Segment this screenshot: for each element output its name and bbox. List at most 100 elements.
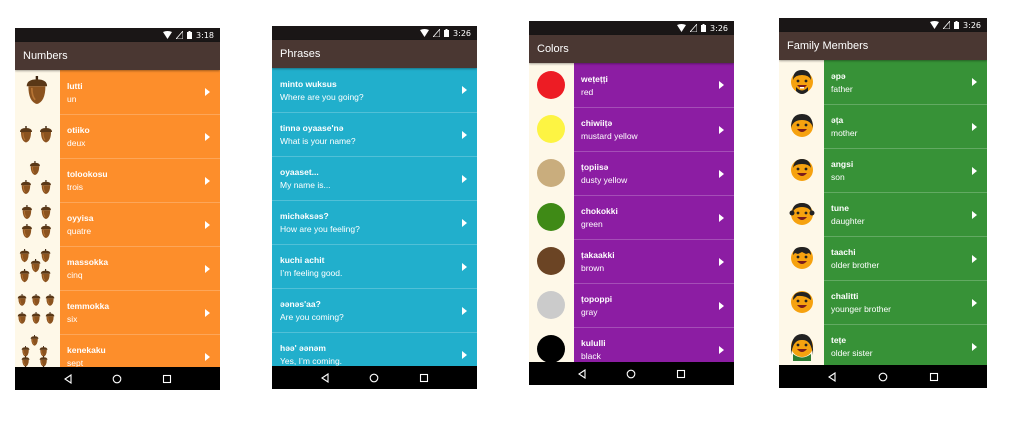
play-icon[interactable] (719, 81, 724, 89)
acorn-icon (26, 76, 48, 105)
play-icon[interactable] (972, 210, 977, 219)
battery-icon (444, 29, 450, 37)
home-icon[interactable] (112, 374, 122, 384)
item-text-container: ṭopiisә dusty yellow (574, 151, 734, 195)
recents-icon[interactable] (929, 372, 939, 382)
list-item[interactable]: ṭopiisә dusty yellow (529, 151, 734, 195)
list-item[interactable]: minto wuksus Where are you going? (272, 68, 477, 112)
play-icon[interactable] (719, 213, 724, 222)
color-list: weṭeṭṭi red chiwiiṭә mustard yellow ṭopiisә d… (529, 63, 734, 362)
play-icon[interactable] (719, 169, 724, 178)
list-item[interactable]: tune daughter (779, 192, 987, 236)
acorn-icon (40, 249, 51, 263)
home-icon[interactable] (626, 369, 636, 379)
list-item[interactable]: tinnә oyaase'nә What is your name? (272, 112, 477, 156)
recents-icon[interactable] (162, 374, 172, 384)
list-item[interactable]: ṭakaakki brown (529, 239, 734, 283)
play-icon[interactable] (205, 132, 210, 141)
list-item[interactable]: chokokki green (529, 195, 734, 239)
list-item[interactable]: temmokka six (15, 290, 220, 334)
list-item[interactable]: massokka cinq (15, 246, 220, 290)
list-item[interactable]: angsi son (779, 148, 987, 192)
list-item[interactable]: tolookosu trois (15, 158, 220, 202)
item-texts: tinnә oyaase'nә What is your name? (280, 123, 356, 146)
play-icon[interactable] (462, 174, 467, 183)
item-texts: chiwiiṭә mustard yellow (581, 118, 638, 141)
item-text-container: ṭopoppi gray (574, 283, 734, 327)
back-icon[interactable] (827, 371, 837, 382)
play-icon[interactable] (462, 306, 467, 315)
color-swatch (537, 115, 565, 143)
back-icon[interactable] (577, 368, 587, 379)
default-translation: Yes, I’m coming. (280, 356, 343, 366)
acorn-icon (45, 294, 55, 306)
play-icon[interactable] (719, 345, 724, 354)
play-icon[interactable] (205, 88, 210, 96)
play-icon[interactable] (205, 308, 210, 317)
list-item[interactable]: әṭa mother (779, 104, 987, 148)
list-item[interactable]: chiwiiṭә mustard yellow (529, 107, 734, 151)
item-texts: әpә father (831, 71, 853, 94)
play-icon[interactable] (972, 78, 977, 86)
family-member-mother-icon (791, 114, 813, 137)
play-icon[interactable] (205, 176, 210, 185)
list-item[interactable]: әәnәs'aa? Are you coming? (272, 288, 477, 332)
play-icon[interactable] (972, 342, 977, 351)
play-icon[interactable] (462, 218, 467, 227)
play-icon[interactable] (205, 220, 210, 229)
miwok-translation: taachi (831, 247, 856, 257)
item-text-container: tune daughter (824, 192, 987, 236)
recents-icon[interactable] (676, 369, 686, 379)
list-item[interactable]: kululli black (529, 327, 734, 362)
acorn-icon (40, 126, 52, 143)
play-icon[interactable] (205, 352, 210, 361)
family-member-older-brother-icon (791, 247, 813, 269)
play-icon[interactable] (205, 264, 210, 273)
clock: 3:26 (710, 23, 728, 33)
color-swatch (537, 71, 565, 99)
list-item[interactable]: otiiko deux (15, 114, 220, 158)
list-item[interactable]: kuchi achit I’m feeling good. (272, 244, 477, 288)
list-item[interactable]: ṭopoppi gray (529, 283, 734, 327)
play-icon[interactable] (972, 122, 977, 131)
miwok-translation: kenekaku (67, 345, 106, 355)
list-item[interactable]: teṭe older sister (779, 324, 987, 365)
item-image (529, 327, 574, 362)
item-text-container: lutti un (60, 70, 220, 114)
back-icon[interactable] (320, 372, 330, 383)
item-text-container: minto wuksus Where are you going? (272, 68, 477, 112)
play-icon[interactable] (462, 262, 467, 271)
back-icon[interactable] (63, 373, 73, 384)
play-icon[interactable] (972, 166, 977, 175)
item-image (529, 151, 574, 195)
list-item[interactable]: kenekaku sept (15, 334, 220, 367)
home-icon[interactable] (369, 373, 379, 383)
item-text-container: angsi son (824, 148, 987, 192)
list-item[interactable]: әpә father (779, 60, 987, 104)
miwok-translation: weṭeṭṭi (581, 73, 608, 84)
play-icon[interactable] (972, 298, 977, 307)
item-text-container: oyaaset... My name is... (272, 156, 477, 200)
play-icon[interactable] (462, 350, 467, 359)
play-icon[interactable] (719, 257, 724, 266)
play-icon[interactable] (462, 86, 467, 94)
miwok-translation: ṭopoppi (581, 294, 613, 304)
play-icon[interactable] (719, 125, 724, 134)
list-item[interactable]: hәә' әәnәm Yes, I’m coming. (272, 332, 477, 366)
list-item[interactable]: oyaaset... My name is... (272, 156, 477, 200)
recents-icon[interactable] (419, 373, 429, 383)
list-item[interactable]: taachi older brother (779, 236, 987, 280)
list-item[interactable]: oyyisa quatre (15, 202, 220, 246)
play-icon[interactable] (719, 301, 724, 310)
home-icon[interactable] (878, 372, 888, 382)
list-item[interactable]: michәksәs? How are you feeling? (272, 200, 477, 244)
miwok-translation: angsi (831, 159, 854, 169)
list-item[interactable]: weṭeṭṭi red (529, 63, 734, 107)
list-item[interactable]: chalitti younger brother (779, 280, 987, 324)
play-icon[interactable] (972, 254, 977, 263)
play-icon[interactable] (462, 130, 467, 139)
acorn-icon (30, 335, 39, 346)
miwok-translation: massokka (67, 257, 109, 267)
list-item[interactable]: lutti un (15, 70, 220, 114)
navigation-bar (529, 362, 734, 385)
